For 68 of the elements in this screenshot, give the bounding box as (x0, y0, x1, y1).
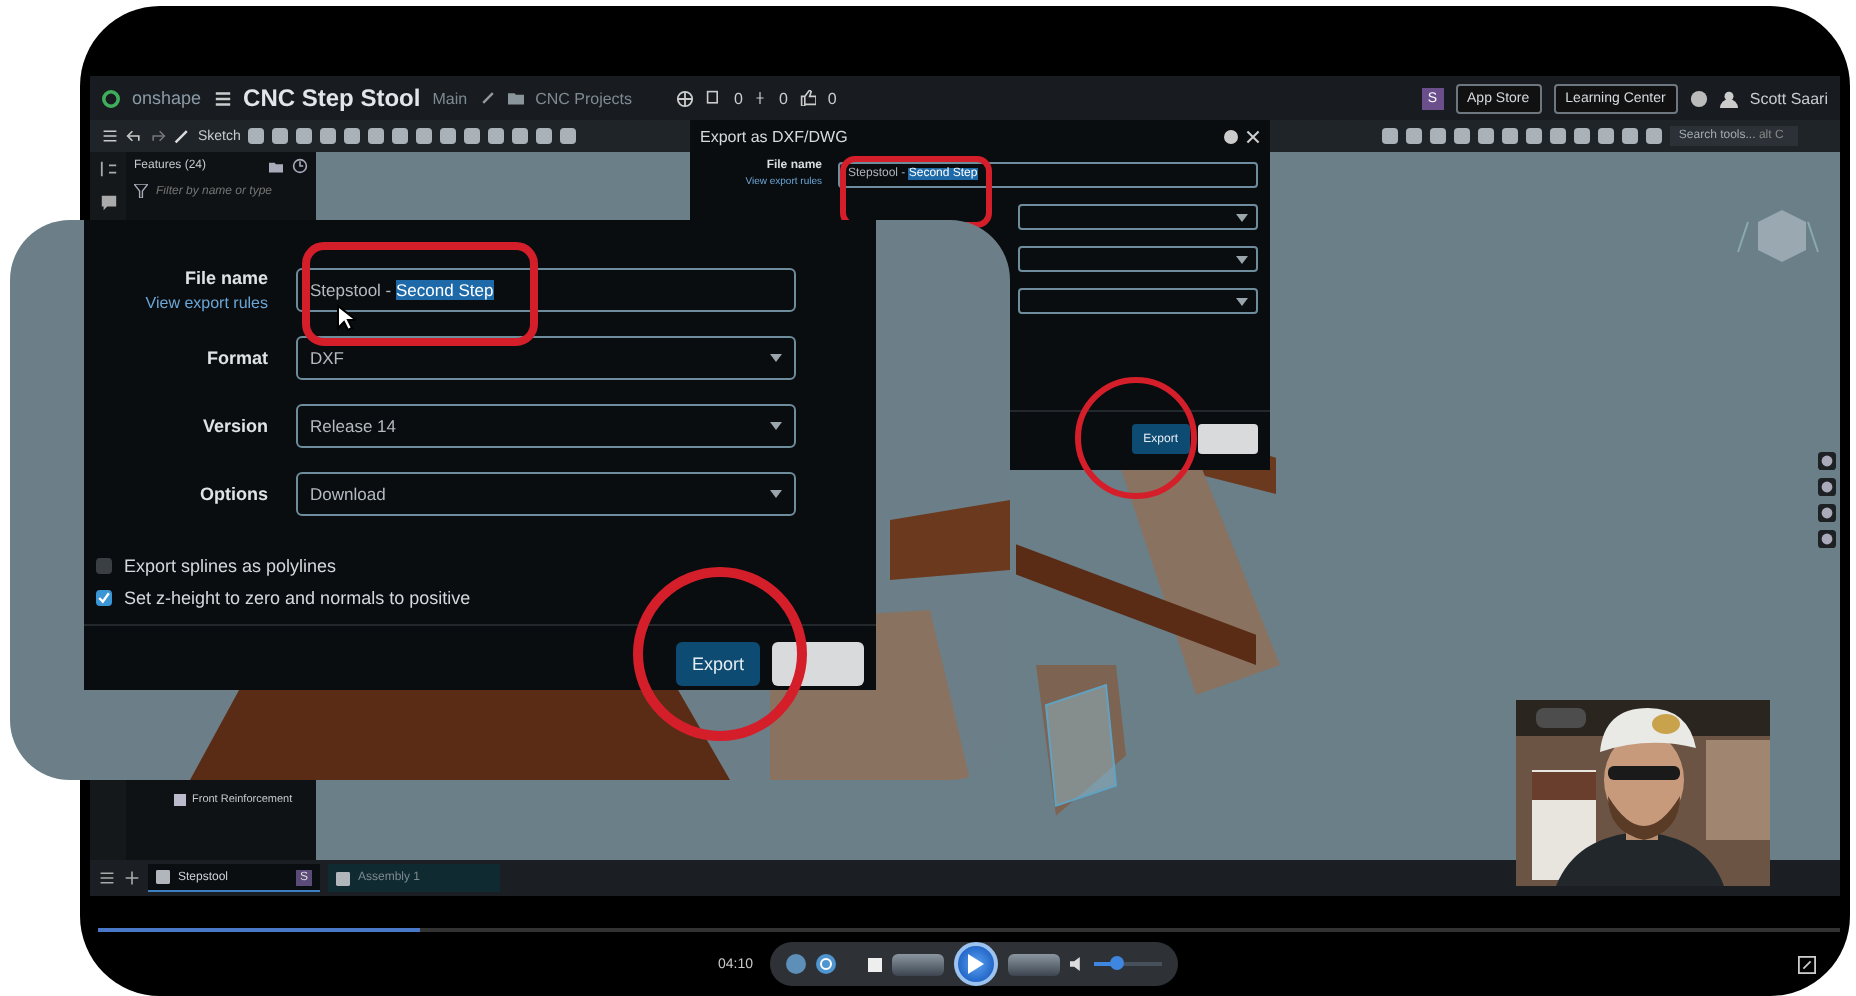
undo-icon[interactable] (126, 128, 142, 144)
volume-icon[interactable] (1069, 956, 1084, 972)
dropdown-field[interactable]: DXF (296, 336, 796, 380)
redo-icon[interactable] (150, 128, 166, 144)
volume-thumb[interactable] (1110, 956, 1125, 970)
caret-icon (770, 422, 782, 430)
export-rules-link[interactable]: View export rules (116, 294, 268, 312)
rewind-button[interactable] (891, 953, 944, 975)
clock-icon[interactable] (292, 158, 308, 174)
comment-icon[interactable] (99, 194, 117, 212)
dropdown-field[interactable] (1018, 288, 1258, 314)
cursor-icon (337, 304, 356, 332)
features-icon[interactable] (99, 160, 117, 178)
field-label: Format (204, 348, 268, 368)
logo-icon[interactable] (102, 89, 120, 107)
folder-icon[interactable] (507, 90, 524, 106)
export-button[interactable]: Export (675, 642, 760, 686)
dropdown-field[interactable] (1018, 204, 1258, 230)
part-studio-icon (156, 870, 170, 884)
menu-icon[interactable] (213, 89, 232, 107)
close-icon[interactable] (1246, 129, 1260, 143)
user-name[interactable]: Scott Saari (1749, 89, 1828, 107)
filter-icon[interactable] (134, 184, 148, 198)
fullscreen-icon[interactable] (1798, 955, 1816, 973)
field-label: File name (182, 268, 268, 288)
branch-name: Main (432, 89, 468, 107)
dropdown-field[interactable]: Download (296, 472, 796, 516)
checkbox[interactable] (96, 590, 112, 606)
field-label: Version (200, 416, 268, 436)
dropdown-field[interactable] (1018, 246, 1258, 272)
count: 0 (827, 89, 837, 107)
caret-icon (1236, 297, 1248, 305)
view-tool-icon[interactable] (1818, 504, 1836, 522)
add-icon[interactable] (124, 870, 140, 886)
checkbox-label: Export splines as polylines (124, 556, 337, 576)
feature-list-icon[interactable] (102, 128, 118, 144)
caret-icon (770, 354, 782, 362)
checkbox[interactable] (96, 558, 112, 574)
user-icon[interactable] (1719, 89, 1738, 107)
checkbox-label: Set z-height to zero and normals to positive (124, 588, 471, 608)
highlight-circle (1075, 377, 1197, 499)
view-tool-icon[interactable] (1818, 530, 1836, 548)
count: 0 (778, 89, 788, 107)
dropdown-field[interactable]: Release 14 (296, 404, 796, 448)
caret-icon (1236, 213, 1248, 221)
folder-icon[interactable] (268, 159, 284, 173)
play-button[interactable] (953, 942, 998, 986)
globe-icon[interactable] (676, 89, 695, 107)
folder-link[interactable]: CNC Projects (535, 89, 633, 107)
count: 0 (734, 89, 743, 107)
forward-button[interactable] (1007, 953, 1060, 975)
acrylic-plate (1044, 683, 1118, 808)
logo[interactable]: onshape (132, 88, 202, 108)
part-studio-icon (336, 871, 350, 885)
file-name-field[interactable]: Stepstool - Second Step (296, 268, 796, 312)
document-title: CNC Step Stool (243, 84, 421, 112)
caret-icon (1236, 255, 1248, 263)
view-tool-icon[interactable] (1818, 452, 1836, 470)
dialog-title: Export as DXF/DWG (700, 127, 848, 145)
play-icon (966, 954, 985, 974)
repeat-icon[interactable] (815, 954, 836, 974)
view-tool-icon[interactable] (1818, 478, 1836, 496)
thumbs-up-icon[interactable] (799, 90, 816, 106)
stop-icon[interactable] (867, 957, 882, 971)
field-label: Options (198, 484, 268, 504)
tab-list-icon[interactable] (98, 870, 116, 886)
caret-icon (770, 490, 782, 498)
pencil-icon[interactable] (174, 128, 190, 144)
